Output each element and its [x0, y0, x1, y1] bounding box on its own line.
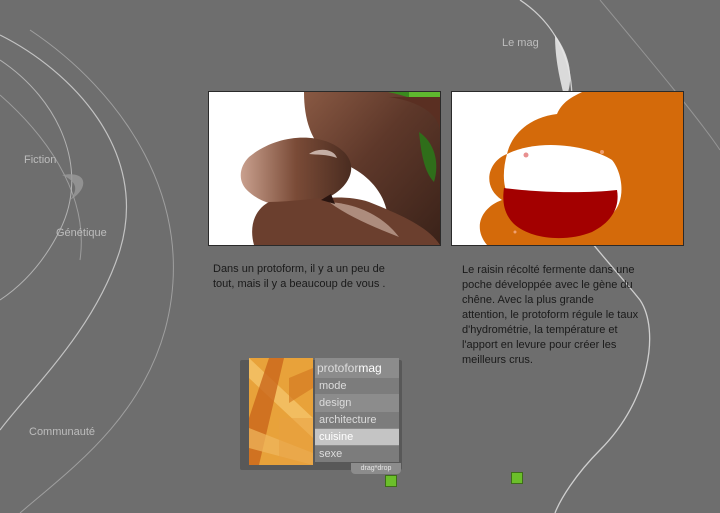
nav-communaute[interactable]: Communauté	[29, 426, 95, 438]
protoform-photo	[208, 91, 441, 246]
caption-line: d'hydrométrie, la température et	[462, 324, 618, 336]
caption-line: tout, mais il y a beaucoup de vous .	[213, 278, 386, 290]
green-square-button[interactable]	[511, 472, 523, 484]
nav-le-mag[interactable]: Le mag	[502, 37, 539, 49]
title-part-1: protofor	[317, 361, 359, 375]
caption-right: Le raisin récolté fermente dans une poch…	[462, 263, 638, 368]
menu-item-mode[interactable]: mode	[315, 378, 399, 394]
nav-genetique[interactable]: Génétique	[56, 227, 107, 239]
menu-item-sexe[interactable]: sexe	[315, 446, 399, 462]
caption-line: poche développée avec le gène du	[462, 279, 633, 291]
green-square-button[interactable]	[385, 475, 397, 487]
menu-item-architecture[interactable]: architecture	[315, 412, 399, 428]
drag-drop-handle[interactable]: drag*drop	[351, 463, 401, 474]
protoformag-widget: protoformag mode design architecture cui…	[240, 356, 407, 474]
caption-line: Le raisin récolté fermente dans une	[462, 264, 635, 276]
wine-protoform-photo	[451, 91, 684, 246]
menu-item-design[interactable]: design	[315, 395, 399, 411]
caption-line: Dans un protoform, il y a un peu de	[213, 263, 385, 275]
title-part-2: mag	[358, 361, 382, 375]
widget-title: protoformag	[317, 361, 382, 375]
caption-line: meilleurs crus.	[462, 354, 533, 366]
caption-line: chêne. Avec la plus grande	[462, 294, 594, 306]
caption-line: l'apport en levure pour créer les	[462, 339, 617, 351]
nav-fiction[interactable]: Fiction	[24, 154, 56, 166]
caption-left: Dans un protoform, il y a un peu de tout…	[213, 262, 385, 292]
menu-item-cuisine[interactable]: cuisine	[315, 429, 399, 445]
widget-thumbnail[interactable]	[249, 358, 313, 465]
caption-line: attention, le protoform régule le taux	[462, 309, 639, 321]
